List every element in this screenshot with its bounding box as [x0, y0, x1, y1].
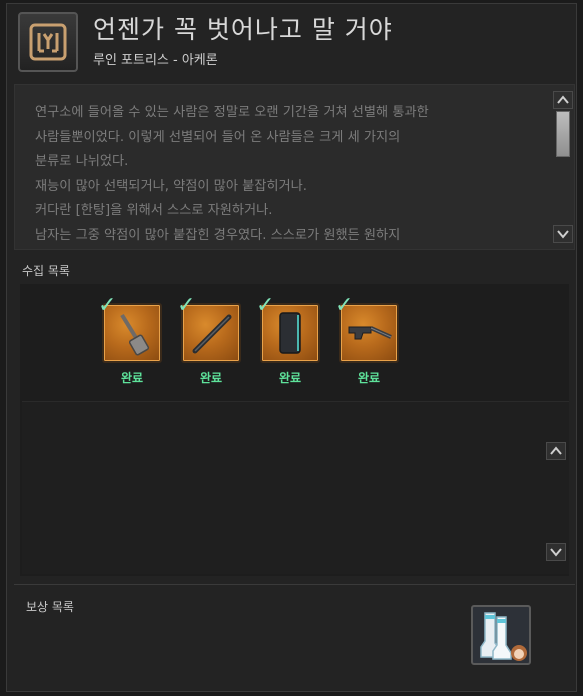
- check-icon: ✓: [256, 293, 275, 318]
- description-line: 재능이 많아 선택되거나, 약점이 많아 붙잡히거나.: [35, 178, 307, 194]
- check-icon: ✓: [177, 293, 196, 318]
- collection-item-slot[interactable]: ✓: [98, 293, 162, 363]
- chevron-down-icon: [550, 548, 562, 557]
- reward-item-slot[interactable]: [471, 605, 531, 665]
- description-scroll-up-button[interactable]: [553, 91, 573, 109]
- collection-item-slot[interactable]: ✓: [177, 293, 241, 363]
- chevron-down-icon: [557, 230, 569, 239]
- collection-list-area: [22, 401, 569, 574]
- collection-scroll-down-button[interactable]: [546, 543, 566, 561]
- description-line: 남자는 그중 약점이 많아 붙잡힌 경우였다. 스스로가 원했든 원하지: [35, 227, 401, 241]
- description-line: 커다란 [한탕]을 위해서 스스로 자원하거나.: [35, 203, 273, 219]
- chevron-up-icon: [557, 95, 569, 104]
- quest-title: 언젠가 꼭 벗어나고 말 거야: [93, 15, 393, 44]
- description-line: 분류로 나뉘었다.: [35, 154, 129, 170]
- reward-section-label: 보상 목록: [26, 600, 74, 614]
- check-icon: ✓: [335, 293, 354, 318]
- description-line: 연구소에 들어올 수 있는 사람은 정말로 오랜 기간을 거쳐 선별해 통과한: [35, 105, 429, 120]
- ruin-emblem-icon: [18, 12, 78, 72]
- boots-reward-icon: [480, 612, 527, 661]
- item-status-label: 완료: [199, 371, 223, 385]
- collection-item-slot[interactable]: ✓: [335, 293, 399, 363]
- item-status-label: 완료: [278, 371, 302, 385]
- collection-scroll-up-button[interactable]: [546, 442, 566, 460]
- check-icon: ✓: [98, 293, 117, 318]
- description-scroll-down-button[interactable]: [553, 225, 573, 243]
- quest-location: 루인 포트리스 - 아케론: [93, 53, 218, 68]
- section-divider: [14, 584, 575, 585]
- item-status-label: 완료: [120, 371, 144, 385]
- description-panel: 연구소에 들어올 수 있는 사람은 정말로 오랜 기간을 거쳐 선별해 통과한 …: [14, 84, 575, 250]
- item-status-label: 완료: [357, 371, 381, 385]
- description-line: 사람들뿐이었다. 이렇게 선별되어 들어 온 사람들은 크게 세 가지의: [35, 129, 401, 145]
- description-text: 연구소에 들어올 수 있는 사람은 정말로 오랜 기간을 거쳐 선별해 통과한 …: [35, 101, 550, 241]
- collection-item-slot[interactable]: ✓: [256, 293, 320, 363]
- chevron-up-icon: [550, 446, 562, 455]
- collection-section-label: 수집 목록: [22, 264, 70, 278]
- description-scrollbar-thumb[interactable]: [556, 111, 570, 157]
